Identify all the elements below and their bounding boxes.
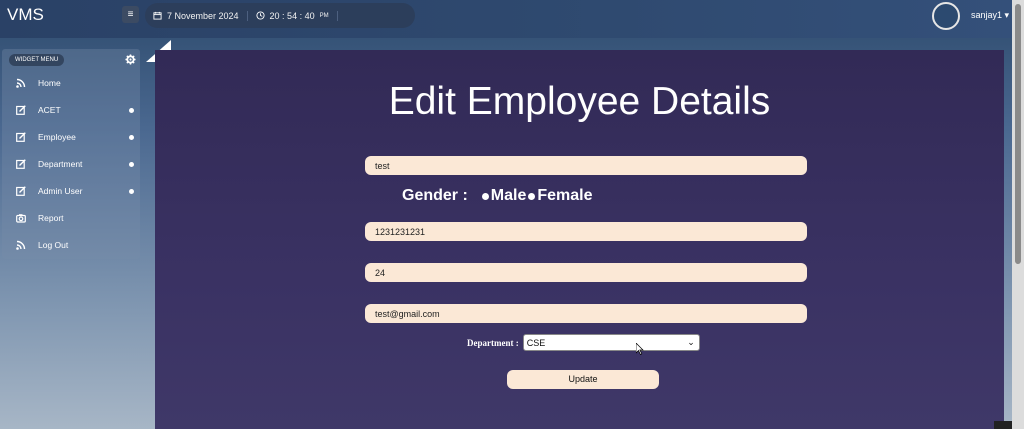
- age-field[interactable]: [365, 263, 807, 282]
- gender-label: Gender :: [402, 187, 468, 204]
- status-dot: [129, 162, 134, 167]
- sidebar-item-employee[interactable]: Employee: [16, 129, 134, 145]
- sidebar-item-label: ACET: [38, 105, 61, 115]
- menu-toggle-button[interactable]: ≡: [122, 6, 139, 23]
- status-dot: [129, 189, 134, 194]
- username: sanjay1: [971, 10, 1003, 20]
- mouse-cursor-icon: [636, 343, 644, 355]
- gender-option-label: Male: [490, 187, 527, 204]
- gender-radio-male[interactable]: Male: [481, 187, 527, 205]
- page-title: Edit Employee Details: [388, 80, 771, 123]
- chevron-down-icon: ⌄: [687, 337, 695, 347]
- rss-icon: [16, 78, 26, 88]
- vertical-scrollbar[interactable]: [1012, 0, 1024, 429]
- status-dot: [129, 108, 134, 113]
- sidebar-item-label: Log Out: [38, 240, 69, 250]
- sidebar-item-department[interactable]: Department: [16, 156, 134, 172]
- update-button[interactable]: Update: [507, 370, 659, 389]
- status-dot: [129, 135, 134, 140]
- edit-icon: [16, 132, 26, 142]
- top-navbar: VMS ≡ 7 November 2024 20 : 54 : 40 PM sa…: [0, 0, 1024, 38]
- edit-employee-panel: Edit Employee Details Gender : Male Fema…: [155, 50, 1004, 429]
- date-display: 7 November 2024: [145, 10, 248, 21]
- gender-radio-female[interactable]: Female: [528, 187, 593, 205]
- scrollbar-thumb[interactable]: [1015, 4, 1021, 264]
- sidebar-item-log-out[interactable]: Log Out: [16, 237, 134, 253]
- department-selected-value: CSE: [526, 337, 546, 348]
- time-suffix: PM: [319, 12, 329, 19]
- sidebar-item-report[interactable]: Report: [16, 210, 134, 226]
- app-brand[interactable]: VMS: [7, 5, 44, 25]
- user-menu[interactable]: sanjay1 ▾: [971, 10, 1009, 21]
- widget-menu-label: WIDGET MENU: [9, 54, 65, 66]
- sidebar-item-label: Employee: [38, 132, 76, 142]
- sidebar-item-label: Admin User: [38, 186, 83, 196]
- hamburger-icon: ≡: [127, 9, 134, 20]
- caret-down-icon: ▾: [1004, 10, 1010, 20]
- gender-option-label: Female: [537, 187, 593, 204]
- sidebar-item-label: Department: [38, 159, 83, 169]
- scrollbar-corner: [994, 421, 1012, 429]
- time-text: 20 : 54 : 40: [269, 10, 315, 21]
- department-label: Department :: [467, 337, 519, 348]
- name-field[interactable]: [365, 156, 807, 175]
- rss-icon: [16, 240, 26, 250]
- radio-dot-icon: [528, 192, 536, 200]
- edit-icon: [16, 105, 26, 115]
- camera-icon: [16, 214, 26, 223]
- date-text: 7 November 2024: [167, 10, 239, 21]
- phone-field[interactable]: [365, 222, 807, 241]
- department-select[interactable]: CSE ⌄: [522, 334, 700, 351]
- sidebar-item-home[interactable]: Home: [16, 75, 134, 91]
- sidebar: WIDGET MENU Home ACET Employee Departmen…: [2, 49, 140, 259]
- sidebar-item-acet[interactable]: ACET: [16, 102, 134, 118]
- department-row: Department : CSE ⌄: [467, 334, 700, 351]
- clock-icon: [255, 11, 265, 20]
- avatar[interactable]: [932, 2, 960, 30]
- gender-group: Gender : Male Female: [402, 187, 595, 205]
- radio-dot-icon: [481, 192, 489, 200]
- sidebar-item-admin-user[interactable]: Admin User: [16, 183, 134, 199]
- calendar-icon: [153, 11, 162, 20]
- sidebar-item-label: Report: [38, 213, 64, 223]
- datetime-display: 7 November 2024 20 : 54 : 40 PM: [145, 3, 415, 28]
- edit-icon: [16, 159, 26, 169]
- edit-icon: [16, 186, 26, 196]
- gear-icon[interactable]: [125, 54, 136, 65]
- sidebar-item-label: Home: [38, 78, 61, 88]
- email-field[interactable]: [365, 304, 807, 323]
- time-display: 20 : 54 : 40 PM: [248, 10, 338, 21]
